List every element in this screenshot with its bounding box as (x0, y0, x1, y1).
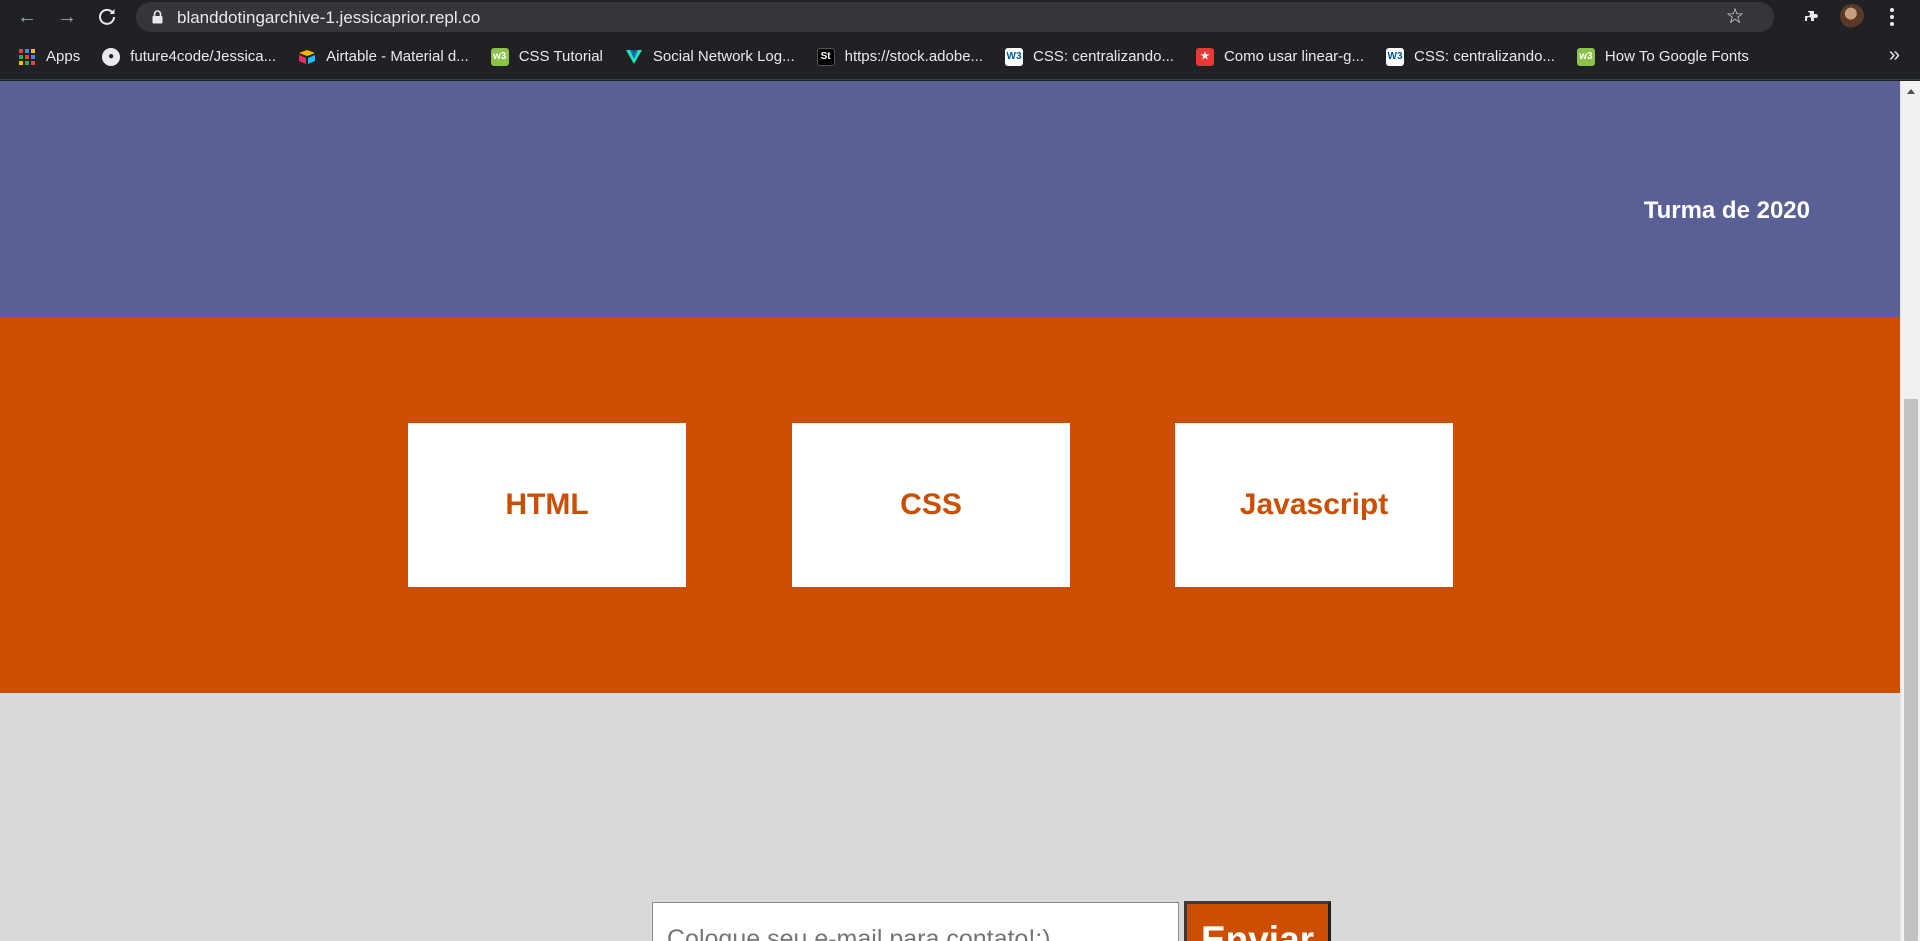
skills-section: HTML CSS Javascript (0, 317, 1900, 693)
bookmark-label: Como usar linear-g... (1223, 48, 1365, 65)
bookmark-linear-gradient[interactable]: ★ Como usar linear-g... (1195, 43, 1365, 71)
red-star-icon: ★ (1195, 47, 1214, 66)
bookmark-label: Social Network Log... (652, 48, 795, 65)
bookmark-label: Airtable - Material d... (326, 48, 469, 65)
bookmark-css-tutorial[interactable]: w3 CSS Tutorial (490, 43, 603, 71)
bookmark-social-network[interactable]: Social Network Log... (625, 43, 795, 71)
bookmark-github[interactable]: ● future4code/Jessica... (102, 43, 276, 71)
kebab-menu-icon[interactable] (1884, 4, 1900, 30)
bookmark-css-centralizando-1[interactable]: W3 CSS: centralizando... (1005, 43, 1174, 71)
bookmark-label: CSS Tutorial (518, 48, 603, 65)
scroll-up-arrow-icon[interactable] (1901, 81, 1920, 101)
hero-section: Turma de 2020 (0, 81, 1900, 317)
hero-class-year: Turma de 2020 (1643, 197, 1810, 224)
lock-icon (152, 10, 163, 24)
contact-section: Enviar (0, 693, 1900, 941)
w3c-icon: W3 (1005, 47, 1024, 66)
bookmark-label: future4code/Jessica... (130, 48, 277, 65)
url-text: blanddotingarchive-1.jessicaprior.repl.c… (177, 8, 481, 27)
page-viewport: Turma de 2020 HTML CSS Javascript Enviar (0, 81, 1920, 941)
airtable-icon (298, 48, 316, 66)
bookmark-google-fonts[interactable]: w3 How To Google Fonts (1576, 43, 1749, 71)
more-bookmarks-chevron-icon[interactable]: » (1889, 44, 1900, 67)
bookmark-label: Apps (46, 48, 81, 65)
bookmark-css-centralizando-2[interactable]: W3 CSS: centralizando... (1386, 43, 1555, 71)
vuetify-icon (625, 48, 643, 66)
browser-toolbar: ← → blanddotingarchive-1.jessicaprior.re… (0, 0, 1920, 34)
reload-icon[interactable] (94, 4, 120, 30)
bookmark-label: https://stock.adobe... (844, 48, 984, 65)
apps-grid-icon (18, 48, 36, 66)
skill-card-css: CSS (792, 423, 1070, 587)
extensions-puzzle-icon[interactable] (1800, 5, 1824, 29)
w3c-icon: W3 (1386, 47, 1405, 66)
bookmark-adobe-stock[interactable]: St https://stock.adobe... (816, 43, 984, 71)
scrollbar-thumb[interactable] (1904, 399, 1918, 941)
w3schools-icon: w3 (1576, 47, 1595, 66)
back-arrow-icon[interactable]: ← (14, 4, 40, 30)
adobe-stock-icon: St (816, 47, 835, 66)
email-input[interactable] (652, 902, 1179, 941)
bookmark-label: CSS: centralizando... (1414, 48, 1555, 65)
forward-arrow-icon[interactable]: → (54, 4, 80, 30)
w3schools-icon: w3 (490, 47, 509, 66)
address-bar[interactable]: blanddotingarchive-1.jessicaprior.repl.c… (136, 2, 1774, 32)
bookmark-airtable[interactable]: Airtable - Material d... (298, 43, 469, 71)
skill-card-javascript: Javascript (1175, 423, 1453, 587)
bookmark-label: CSS: centralizando... (1033, 48, 1174, 65)
bookmark-star-icon[interactable]: ☆ (1724, 6, 1746, 28)
skill-card-html: HTML (408, 423, 686, 587)
github-icon: ● (102, 47, 121, 66)
bookmark-apps[interactable]: Apps (18, 43, 80, 71)
bookmarks-bar: Apps ● future4code/Jessica... Airtable -… (0, 34, 1920, 80)
send-button[interactable]: Enviar (1184, 901, 1331, 941)
bookmark-label: How To Google Fonts (1604, 48, 1749, 65)
vertical-scrollbar[interactable] (1900, 81, 1920, 941)
profile-avatar[interactable] (1840, 4, 1864, 28)
